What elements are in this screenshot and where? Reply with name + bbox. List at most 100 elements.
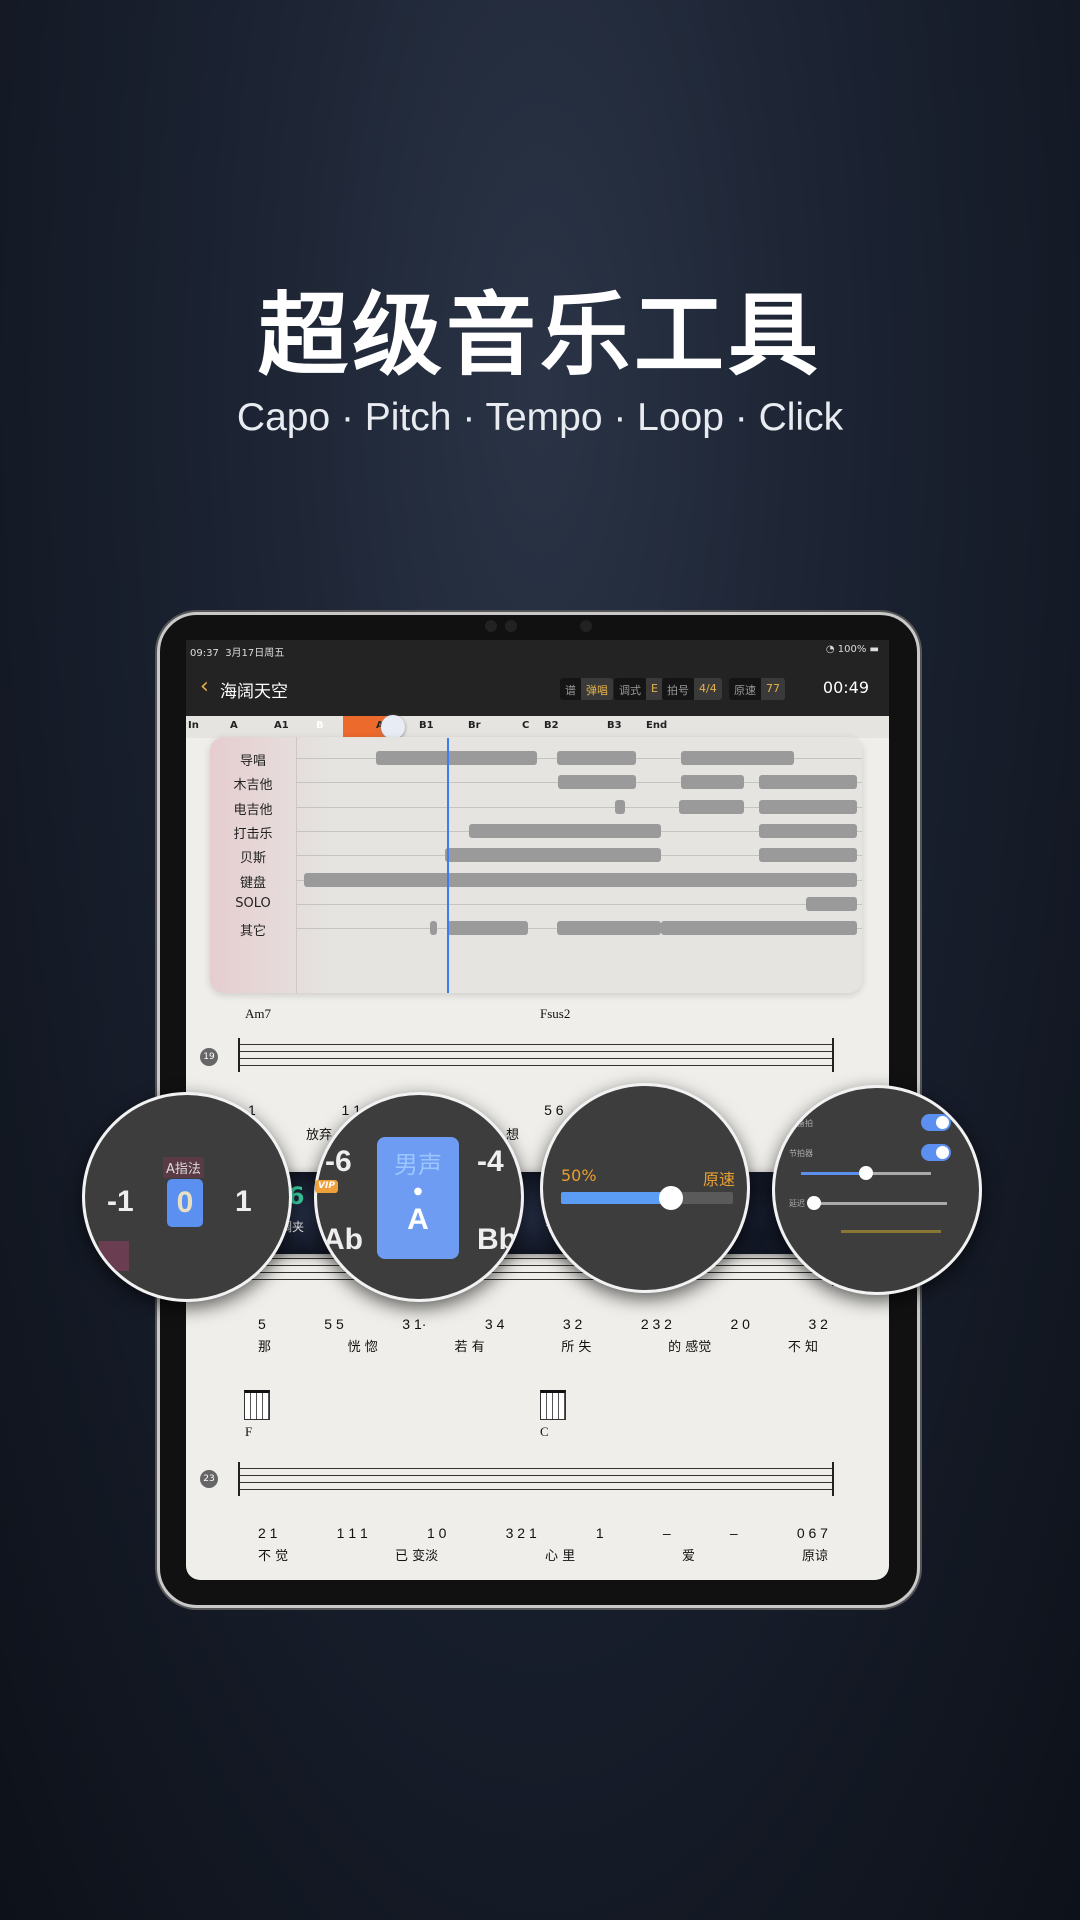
notation-token: 5 6 bbox=[544, 1102, 564, 1118]
fingering-tag: A指法 bbox=[163, 1157, 204, 1178]
capo-magnifier: A指法 -1 0 1 bbox=[82, 1092, 292, 1302]
count-in-toggle[interactable] bbox=[921, 1114, 951, 1131]
tempo-pill[interactable]: 原速 77 bbox=[729, 678, 785, 700]
section-marker[interactable]: B2 bbox=[544, 720, 559, 731]
reset-tempo-button[interactable]: 原速 bbox=[703, 1166, 735, 1190]
chord-label: Am7 bbox=[245, 1006, 271, 1021]
notation-token: 爱 bbox=[682, 1549, 696, 1564]
waveform bbox=[445, 848, 662, 863]
notation-row: 5 5 5 3 1· 3 4 3 2 2 3 2 2 0 3 2 bbox=[258, 1316, 828, 1332]
waveform bbox=[614, 799, 625, 814]
notation-token: 5 bbox=[258, 1316, 266, 1332]
notation-token: 2 1 bbox=[258, 1525, 278, 1541]
progress-knob[interactable] bbox=[381, 715, 405, 739]
notation-token: 恍 惚 bbox=[347, 1340, 378, 1355]
notation-token: – bbox=[729, 1525, 738, 1541]
key-pill[interactable]: 调式 E bbox=[614, 678, 663, 700]
notation-token: 3 4 bbox=[484, 1316, 505, 1332]
app-screen: 09:37 3月17日周五 ◔ 100% ▬ ‹ 海阔天空 谱弹唱 调式 E 拍号… bbox=[186, 640, 889, 1580]
time-signature-pill[interactable]: 拍号 4/4 bbox=[662, 678, 722, 700]
waveform bbox=[304, 872, 858, 887]
section-marker[interactable]: In bbox=[188, 720, 199, 731]
section-marker[interactable]: A bbox=[230, 720, 238, 731]
waveform bbox=[556, 751, 637, 765]
chord-label: F bbox=[245, 1424, 253, 1439]
notation-token: 想 bbox=[505, 1128, 519, 1143]
row-number: 23 bbox=[200, 1470, 218, 1488]
waveform bbox=[558, 775, 637, 790]
notation-token: 0 6 7 bbox=[796, 1525, 828, 1541]
track-label[interactable]: 其它 bbox=[210, 920, 296, 939]
notation-token: 放弃 bbox=[306, 1128, 333, 1143]
sensor-icon bbox=[580, 620, 592, 632]
waveform bbox=[679, 799, 745, 814]
track-label[interactable]: 打击乐 bbox=[210, 823, 296, 842]
notation-token: 不 知 bbox=[787, 1340, 818, 1355]
pitch-option-selected[interactable]: 男声 ● A bbox=[377, 1137, 459, 1259]
volume-knob[interactable] bbox=[859, 1166, 873, 1180]
status-battery: ◔ 100% ▬ bbox=[825, 644, 879, 655]
notation-token: 2 0 bbox=[730, 1316, 750, 1332]
tempo-slider[interactable] bbox=[561, 1192, 733, 1204]
section-bar[interactable] bbox=[186, 716, 889, 738]
track-label[interactable]: 贝斯 bbox=[210, 847, 296, 866]
score-type-pill[interactable]: 谱弹唱 bbox=[560, 678, 613, 700]
key-label: Ab bbox=[323, 1223, 363, 1256]
section-marker[interactable]: B1 bbox=[419, 720, 434, 731]
track-label[interactable]: 电吉他 bbox=[210, 799, 296, 818]
notation-token: 1 0 bbox=[426, 1525, 447, 1541]
tab-staff bbox=[238, 1252, 834, 1286]
tempo-percent: 50% bbox=[561, 1166, 597, 1185]
tempo-magnifier: 50% 原速 bbox=[540, 1083, 750, 1293]
notation-token: 的 感觉 bbox=[668, 1340, 712, 1355]
back-chevron-icon[interactable]: ‹ bbox=[200, 674, 209, 699]
waveform bbox=[681, 751, 794, 765]
notation-token: 那 bbox=[258, 1340, 272, 1355]
notation-token: 3 1· bbox=[402, 1316, 427, 1332]
chord-label: Fsus2 bbox=[540, 1006, 571, 1021]
section-marker[interactable]: B3 bbox=[607, 720, 622, 731]
capo-option-selected[interactable]: 0 bbox=[167, 1179, 203, 1227]
section-marker[interactable]: End bbox=[646, 720, 667, 731]
waveform bbox=[759, 848, 858, 863]
section-marker[interactable]: B bbox=[316, 720, 324, 731]
notation-token: 1 1 1 bbox=[336, 1525, 368, 1541]
camera-icon bbox=[485, 620, 497, 632]
track-label[interactable]: 键盘 bbox=[210, 872, 296, 891]
pitch-option[interactable]: -4 bbox=[477, 1145, 504, 1179]
pitch-magnifier: -6 Ab 男声 ● A -4 Bb bbox=[314, 1092, 524, 1302]
tempo-slider-knob[interactable] bbox=[659, 1186, 684, 1210]
count-in-label: 预备拍 bbox=[789, 1119, 813, 1128]
track-label[interactable]: 木吉他 bbox=[210, 774, 296, 793]
notation-token: 3 2 bbox=[562, 1316, 583, 1332]
pitch-option[interactable]: -6 bbox=[325, 1145, 352, 1179]
notation-token: 5 5 bbox=[324, 1316, 344, 1332]
waveform bbox=[447, 921, 529, 936]
playhead[interactable] bbox=[447, 738, 449, 993]
tab-staff bbox=[238, 1038, 834, 1072]
notation-token: 不 觉 bbox=[258, 1549, 289, 1564]
waveform bbox=[430, 921, 438, 936]
elapsed-time: 00:49 bbox=[822, 678, 869, 697]
notation-token: 已 变淡 bbox=[395, 1549, 439, 1564]
section-marker[interactable]: A1 bbox=[274, 720, 289, 731]
delay-knob[interactable] bbox=[807, 1196, 821, 1210]
delay-slider[interactable] bbox=[811, 1202, 947, 1205]
waveform bbox=[681, 775, 745, 790]
waveform bbox=[375, 751, 537, 765]
metronome-toggle[interactable] bbox=[921, 1144, 951, 1161]
notation-token: 3 2 1 bbox=[505, 1525, 537, 1541]
track-label[interactable]: 导唱 bbox=[210, 750, 296, 769]
delay-label: 延迟 bbox=[789, 1199, 805, 1208]
track-label[interactable]: SOLO bbox=[210, 896, 296, 911]
vip-badge: VIP bbox=[315, 1180, 338, 1193]
song-title: 海阔天空 bbox=[220, 682, 288, 702]
capo-option[interactable]: -1 bbox=[107, 1185, 134, 1219]
section-marker[interactable]: C bbox=[522, 720, 529, 731]
status-time: 09:37 3月17日周五 bbox=[190, 648, 285, 659]
waveform bbox=[661, 921, 858, 936]
waveform bbox=[468, 823, 662, 838]
notation-token: 所 失 bbox=[561, 1340, 592, 1355]
capo-option[interactable]: 1 bbox=[235, 1185, 252, 1219]
section-marker[interactable]: Br bbox=[468, 720, 481, 731]
